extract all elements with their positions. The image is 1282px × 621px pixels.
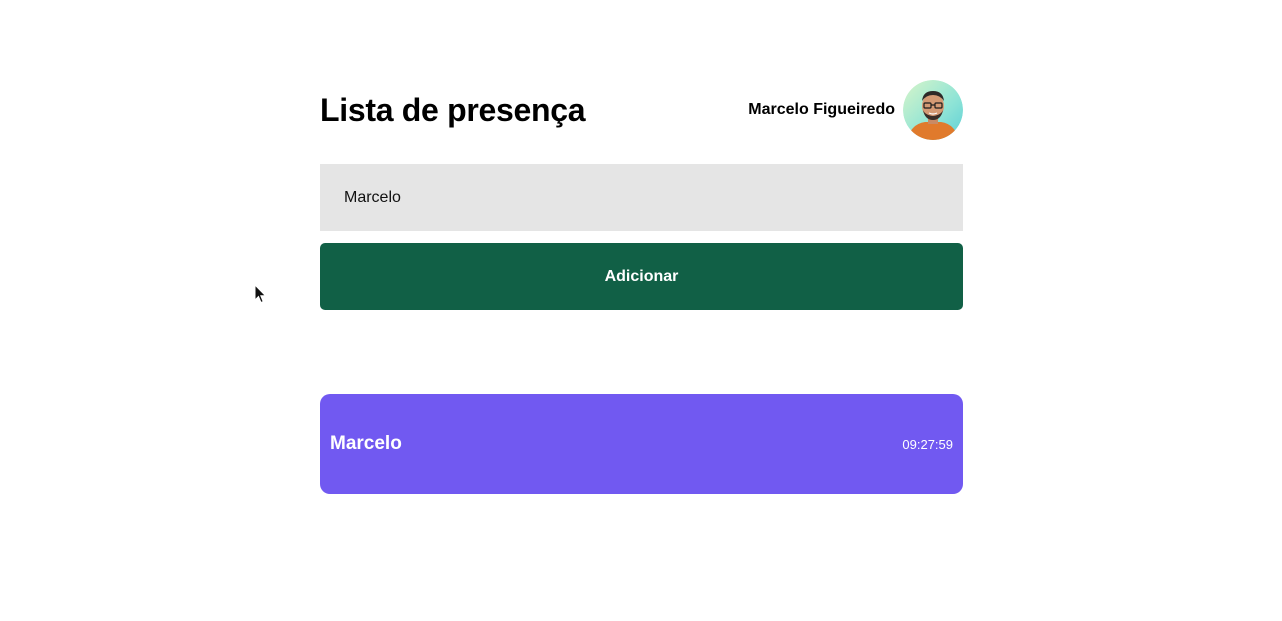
main-container: Lista de presença Marcelo Figueiredo Mar… [320,80,963,494]
mouse-cursor-icon [254,284,267,304]
page-title: Lista de presença [320,91,586,128]
avatar [903,80,963,140]
user-profile: Marcelo Figueiredo [748,80,963,140]
add-button[interactable]: Adicionar [320,243,963,310]
page-header: Lista de presença Marcelo Figueiredo [320,80,963,140]
attendee-name: Marcelo [330,433,402,454]
user-name: Marcelo Figueiredo [748,101,895,118]
attendee-card: Marcelo 09:27:59 [320,394,963,494]
name-input[interactable] [320,164,963,231]
attendee-time: 09:27:59 [902,436,953,452]
